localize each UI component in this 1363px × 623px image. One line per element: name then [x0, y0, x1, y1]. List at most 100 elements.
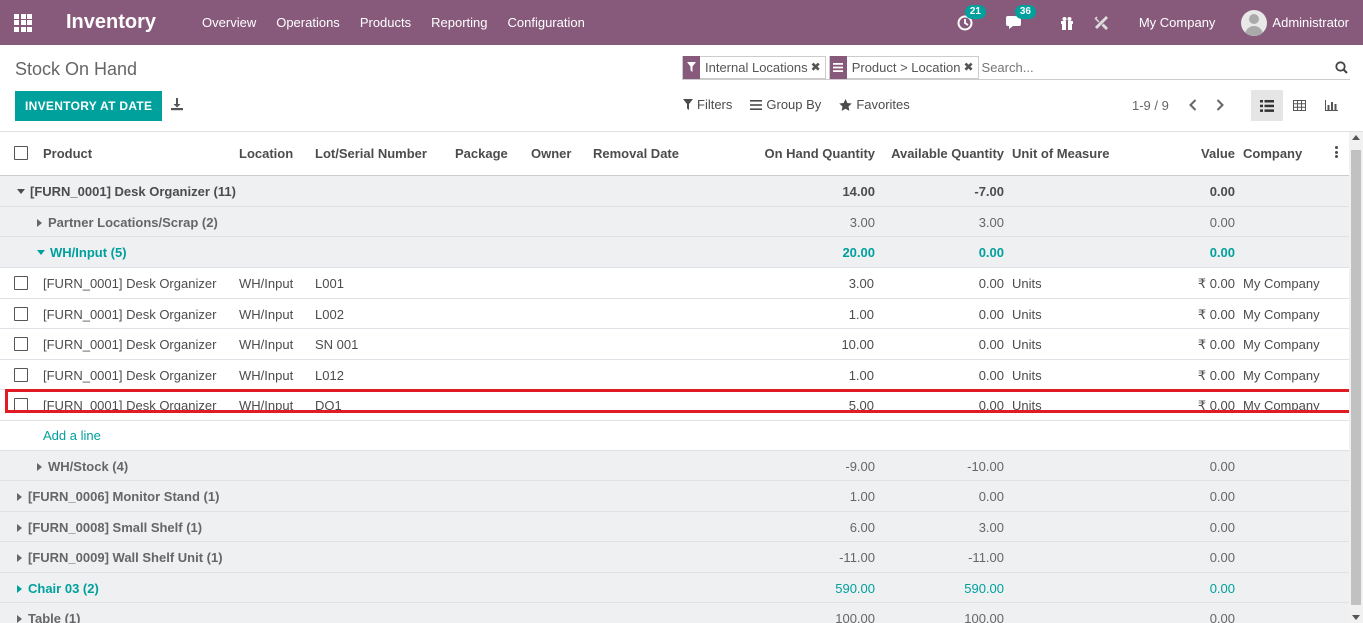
activity-badge: 21 [964, 4, 986, 19]
col-value[interactable]: Value [1201, 146, 1235, 161]
group-available: -10.00 [967, 459, 1004, 474]
table-row[interactable]: [FURN_0001] Desk Organizer WH/Input L001… [0, 268, 1349, 299]
debug-icon[interactable] [1091, 13, 1111, 33]
user-menu[interactable]: Administrator [1272, 15, 1349, 30]
favorites-button[interactable]: Favorites [839, 97, 910, 112]
company-switcher[interactable]: My Company [1139, 15, 1216, 30]
menu-configuration[interactable]: Configuration [508, 15, 585, 30]
table-row[interactable]: [FURN_0001] Desk Organizer WH/Input DO1 … [0, 390, 1349, 421]
scroll-down-icon[interactable] [1352, 615, 1360, 620]
add-line-link[interactable]: Add a line [43, 428, 101, 443]
cell-value: ₹ 0.00 [1197, 276, 1235, 291]
inventory-at-date-button[interactable]: INVENTORY AT DATE [15, 91, 163, 121]
messages-badge: 36 [1014, 4, 1036, 19]
cell-lot: L012 [315, 368, 344, 383]
group-available: -7.00 [974, 184, 1004, 199]
filter-icon [683, 55, 700, 79]
select-all-checkbox[interactable] [14, 146, 28, 160]
chevron-right-icon[interactable] [1212, 96, 1228, 114]
group-row[interactable]: Chair 03 (2) 590.00 590.00 0.00 [0, 573, 1349, 603]
group-available: 3.00 [978, 215, 1004, 230]
group-row[interactable]: [FURN_0008] Small Shelf (1) 6.00 3.00 0.… [0, 512, 1349, 542]
close-icon[interactable]: ✖ [963, 60, 977, 74]
col-on-hand[interactable]: On Hand Quantity [765, 146, 876, 161]
cell-available: 0.00 [978, 337, 1004, 352]
table-row[interactable]: [FURN_0001] Desk Organizer WH/Input L012… [0, 360, 1349, 390]
group-value: 0.00 [1209, 611, 1235, 623]
scroll-thumb[interactable] [1351, 150, 1361, 605]
chat-icon[interactable]: 36 [1005, 4, 1036, 33]
row-checkbox[interactable] [14, 368, 28, 382]
group-row[interactable]: WH/Stock (4) -9.00 -10.00 0.00 [0, 451, 1349, 481]
vertical-scrollbar[interactable] [1349, 132, 1363, 623]
cell-uom: Units [1012, 276, 1042, 291]
table-row[interactable]: [FURN_0001] Desk Organizer WH/Input L002… [0, 299, 1349, 329]
pager-value[interactable]: 1-9 / 9 [1132, 98, 1169, 113]
row-checkbox[interactable] [14, 337, 28, 351]
search-input[interactable] [981, 59, 1332, 75]
close-icon[interactable]: ✖ [811, 60, 825, 74]
menu-operations[interactable]: Operations [276, 15, 340, 30]
group-row[interactable]: WH/Input (5) 20.00 0.00 0.00 [0, 237, 1349, 268]
group-available: 100.00 [964, 611, 1004, 623]
filters-button[interactable]: Filters [683, 97, 732, 112]
page-title: Stock On Hand [15, 59, 138, 79]
graph-view-icon[interactable] [1315, 90, 1347, 121]
list-view: Product Location Lot/Serial Number Packa… [0, 132, 1349, 623]
group-icon [829, 55, 847, 79]
pivot-view-icon[interactable] [1283, 90, 1315, 121]
group-label: Table (1) [17, 611, 81, 623]
group-value: 0.00 [1209, 184, 1235, 199]
cell-company: My Company [1243, 276, 1320, 291]
cell-on-hand: 1.00 [848, 307, 874, 322]
group-row[interactable]: Table (1) 100.00 100.00 0.00 [0, 603, 1349, 623]
row-checkbox[interactable] [14, 307, 28, 321]
col-company[interactable]: Company [1243, 146, 1302, 161]
group-on-hand: 20.00 [842, 245, 875, 260]
menu-overview[interactable]: Overview [202, 15, 256, 30]
search-icon[interactable] [1332, 60, 1350, 74]
cell-value: ₹ 0.00 [1197, 368, 1235, 383]
scroll-up-icon[interactable] [1352, 135, 1360, 140]
group-row[interactable]: [FURN_0006] Monitor Stand (1) 1.00 0.00 … [0, 481, 1349, 512]
menu-reporting[interactable]: Reporting [431, 15, 487, 30]
group-value: 0.00 [1209, 215, 1235, 230]
optional-columns-icon[interactable] [1335, 146, 1339, 160]
cell-value: ₹ 0.00 [1197, 398, 1235, 413]
col-location[interactable]: Location [239, 146, 293, 161]
download-icon[interactable] [170, 97, 186, 113]
cell-available: 0.00 [978, 368, 1004, 383]
group-value: 0.00 [1209, 581, 1235, 596]
groupby-button[interactable]: Group By [750, 97, 821, 112]
chevron-left-icon[interactable] [1185, 96, 1201, 114]
group-row[interactable]: Partner Locations/Scrap (2) 3.00 3.00 0.… [0, 207, 1349, 237]
row-checkbox[interactable] [14, 276, 28, 290]
menu-products[interactable]: Products [360, 15, 411, 30]
app-title[interactable]: Inventory [66, 11, 156, 34]
col-package[interactable]: Package [455, 146, 508, 161]
activity-icon[interactable]: 21 [955, 4, 986, 33]
avatar[interactable] [1241, 9, 1268, 36]
group-on-hand: 100.00 [835, 611, 875, 623]
table-row[interactable]: [FURN_0001] Desk Organizer WH/Input SN 0… [0, 329, 1349, 360]
col-product[interactable]: Product [43, 146, 92, 161]
col-uom[interactable]: Unit of Measure [1012, 146, 1110, 161]
group-row[interactable]: [FURN_0001] Desk Organizer (11) 14.00 -7… [0, 176, 1349, 207]
list-view-icon[interactable] [1251, 90, 1283, 121]
col-available[interactable]: Available Quantity [891, 146, 1004, 161]
group-label: WH/Input (5) [37, 245, 127, 260]
group-on-hand: -11.00 [839, 550, 875, 565]
apps-menu-icon[interactable] [0, 0, 46, 45]
group-label: Chair 03 (2) [17, 581, 99, 596]
col-lot[interactable]: Lot/Serial Number [315, 146, 427, 161]
col-owner[interactable]: Owner [531, 146, 571, 161]
cell-location: WH/Input [239, 337, 294, 352]
group-row[interactable]: [FURN_0009] Wall Shelf Unit (1) -11.00 -… [0, 542, 1349, 573]
group-label: WH/Stock (4) [37, 459, 128, 474]
row-checkbox[interactable] [14, 398, 28, 412]
group-icon [750, 99, 763, 110]
gift-icon[interactable] [1057, 13, 1077, 33]
col-removal-date[interactable]: Removal Date [593, 146, 679, 161]
cell-value: ₹ 0.00 [1197, 307, 1235, 322]
cell-on-hand: 1.00 [848, 368, 874, 383]
